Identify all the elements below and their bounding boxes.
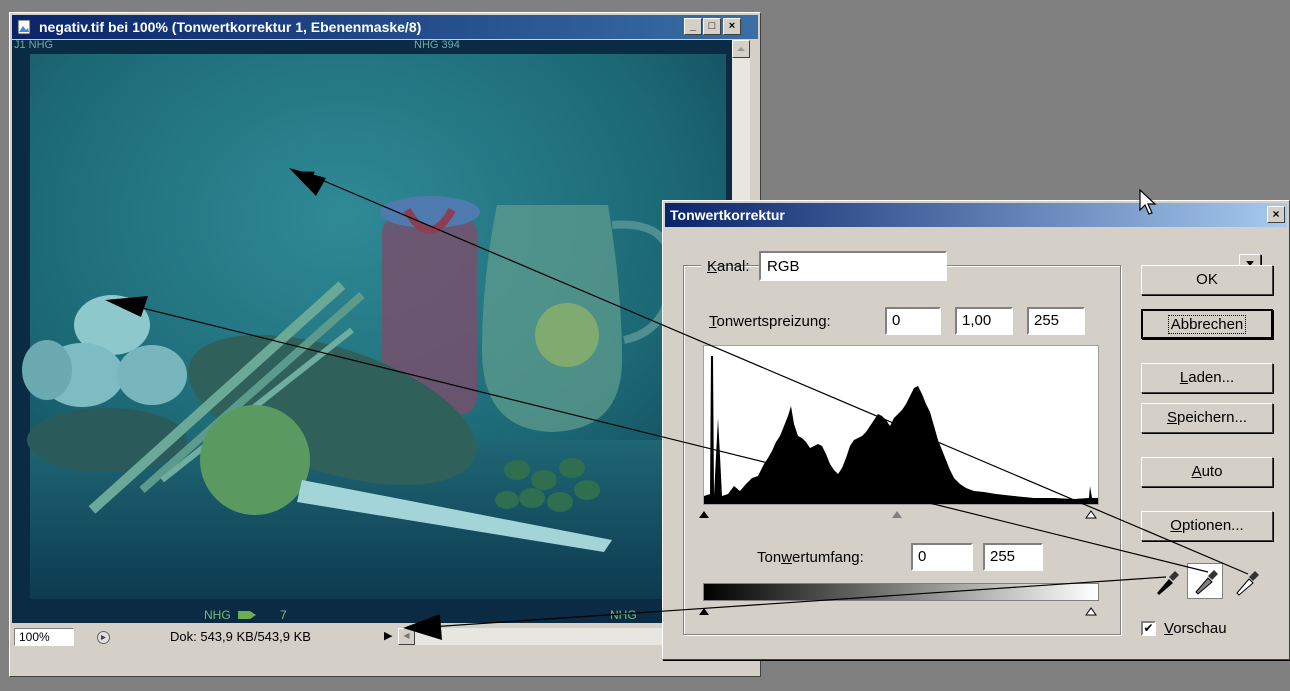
channel-row: Kanal: RGB (701, 251, 1261, 281)
input-white-slider[interactable] (1085, 510, 1097, 519)
status-menu-arrow-icon[interactable]: ▶ (384, 629, 392, 642)
output-black-slider[interactable] (699, 608, 709, 615)
input-gamma-field[interactable]: 1,00 (955, 307, 1013, 335)
film-label-frame-number: 7 (280, 608, 287, 622)
document-window: negativ.tif bei 100% (Tonwertkorrektur 1… (9, 12, 761, 677)
maximize-button[interactable]: □ (703, 18, 721, 35)
preview-label: Vorschau (1164, 620, 1227, 637)
status-options-icon[interactable] (96, 630, 111, 645)
channel-label: Kanal: (707, 258, 750, 275)
close-button[interactable]: × (723, 18, 741, 35)
ok-button[interactable]: OK (1141, 265, 1273, 295)
histogram (703, 345, 1099, 505)
document-size-info: Dok: 543,9 KB/543,9 KB (170, 629, 311, 644)
scroll-left-button[interactable]: ◀ (398, 628, 415, 645)
output-gradient-bar (703, 583, 1099, 601)
black-eyedropper-icon[interactable] (1149, 565, 1183, 599)
gray-eyedropper-icon[interactable] (1187, 563, 1223, 599)
cancel-button[interactable]: Abbrechen (1141, 309, 1273, 339)
output-white-field[interactable]: 255 (983, 543, 1043, 571)
minimize-button[interactable]: _ (684, 18, 702, 35)
photo-image: J1 NHG NHG 394 NHG 7 NHG (12, 40, 732, 623)
scroll-up-button[interactable] (732, 40, 750, 58)
options-button[interactable]: Optionen... (1141, 511, 1273, 541)
dialog-close-button[interactable]: × (1267, 206, 1285, 223)
dialog-title: Tonwertkorrektur (670, 207, 785, 223)
input-levels-label: Tonwertspreizung: (709, 313, 831, 330)
output-slider-track[interactable] (696, 601, 1106, 617)
dialog-titlebar[interactable]: Tonwertkorrektur × (665, 203, 1287, 227)
film-label-top-mid: NHG 394 (414, 40, 460, 51)
input-white-field[interactable]: 255 (1027, 307, 1085, 335)
film-label-bottom-right: NHG (610, 608, 637, 622)
input-slider-track[interactable] (696, 504, 1106, 520)
document-title: negativ.tif bei 100% (Tonwertkorrektur 1… (39, 19, 422, 35)
channel-select-value: RGB (767, 258, 800, 275)
arrow-up-icon (737, 47, 745, 51)
auto-button[interactable]: Auto (1141, 457, 1273, 487)
output-white-slider[interactable] (1085, 607, 1097, 616)
zoom-field[interactable]: 100% (14, 628, 74, 646)
document-status-bar: 100% Dok: 543,9 KB/543,9 KB ▶ ◀ (12, 624, 758, 648)
input-black-slider[interactable] (699, 511, 709, 518)
histogram-graph (704, 356, 1098, 504)
white-eyedropper-icon[interactable] (1229, 565, 1263, 599)
mouse-cursor-icon (1139, 188, 1157, 215)
film-label-top-left: J1 NHG (14, 40, 53, 51)
preview-checkbox[interactable]: ✔ (1141, 621, 1156, 636)
output-levels-label: Tonwertumfang: (757, 549, 864, 566)
input-gamma-slider[interactable] (892, 511, 902, 518)
output-black-field[interactable]: 0 (911, 543, 973, 571)
channel-select[interactable]: RGB (759, 251, 1261, 281)
film-label-bottom-mid: NHG (204, 608, 231, 622)
save-button[interactable]: Speichern... (1141, 403, 1273, 433)
input-black-field[interactable]: 0 (885, 307, 941, 335)
levels-dialog: Tonwertkorrektur × Kanal: RGB Tonwertspr… (662, 200, 1290, 660)
negative-photo-canvas[interactable]: J1 NHG NHG 394 NHG 7 NHG (12, 40, 732, 623)
document-titlebar[interactable]: negativ.tif bei 100% (Tonwertkorrektur 1… (12, 15, 758, 39)
load-button[interactable]: Laden... (1141, 363, 1273, 393)
document-icon (17, 19, 31, 35)
